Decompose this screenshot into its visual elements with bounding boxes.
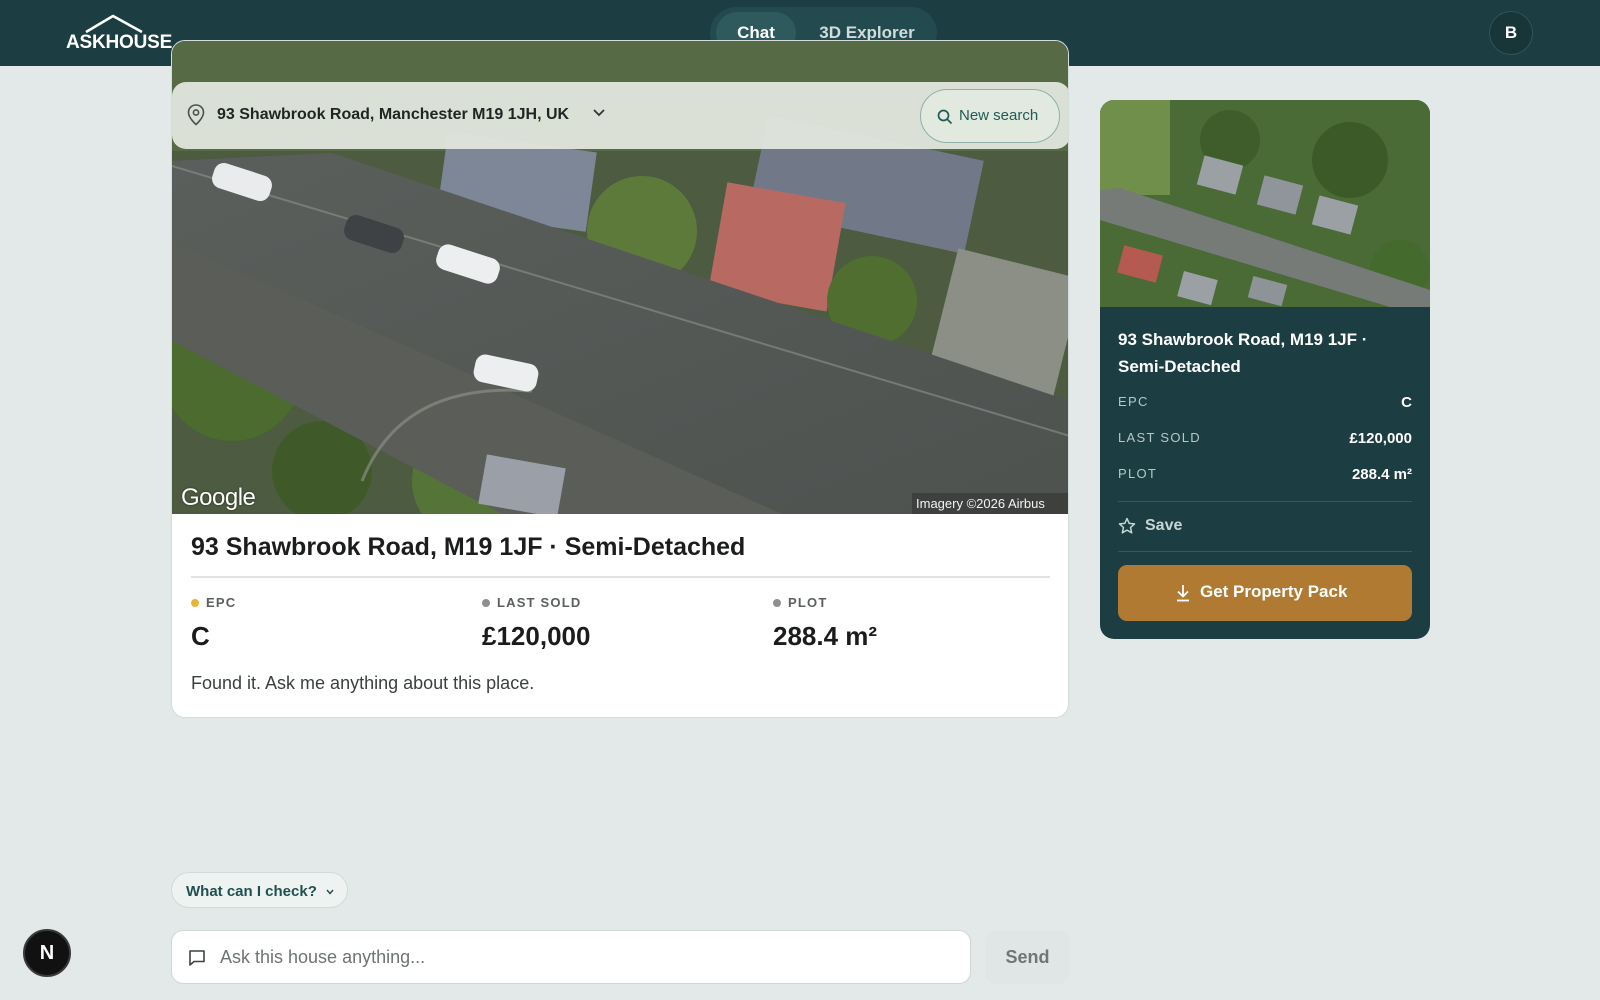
summary-label: LAST SOLD [1118,430,1201,445]
stat-value: 288.4 m² [773,621,878,651]
plot-dot [773,599,781,607]
askhouse-logo[interactable]: ASKHOUSE [66,12,172,54]
summary-divider [1118,551,1412,552]
address-text[interactable]: 93 Shawbrook Road, Manchester M19 1JH, U… [217,106,569,124]
stat-label: LAST SOLD [497,595,582,610]
summary-row-plot: PLOT 288.4 m² [1118,466,1412,486]
what-can-i-check-chip[interactable]: What can I check? [171,872,348,908]
assistant-message: Found it. Ask me anything about this pla… [191,673,535,693]
summary-value: C [1401,394,1412,411]
property-summary-card: 93 Shawbrook Road, M19 1JF · Semi-Detach… [1100,100,1430,639]
stat-value: £120,000 [482,621,591,651]
epc-status-dot [191,599,199,607]
property-result-card: 93 Shawbrook Road, Manchester M19 1JH, U… [171,40,1069,718]
chevron-down-icon[interactable] [593,109,605,117]
save-label: Save [1145,517,1183,534]
chat-input[interactable] [220,931,960,983]
user-avatar[interactable]: B [1489,11,1533,55]
summary-row-epc: EPC C [1118,394,1412,414]
aerial-thumbnail[interactable] [1100,100,1430,307]
pin-icon [187,104,205,126]
satellite-map[interactable]: 93 Shawbrook Road, Manchester M19 1JH, U… [172,41,1068,514]
summary-label: PLOT [1118,466,1158,481]
new-search-button[interactable]: New search [920,89,1060,143]
chevron-down-icon [326,889,334,895]
get-property-pack-button[interactable]: Get Property Pack [1118,565,1412,621]
stat-value: C [191,621,210,651]
stat-label: EPC [206,595,237,610]
chat-input-box [171,930,971,984]
stat-label: PLOT [788,595,828,610]
roof-icon [85,14,143,34]
address-bar: 93 Shawbrook Road, Manchester M19 1JH, U… [172,82,1068,149]
summary-value: 288.4 m² [1351,466,1412,483]
chat-bubble-icon [189,950,205,966]
last-sold-dot [482,599,490,607]
imagery-credit: Imagery ©2026 Airbus [912,493,1068,514]
pack-label: Get Property Pack [1200,582,1348,601]
summary-divider [1118,501,1412,502]
google-logo: Google [181,484,256,511]
save-button[interactable]: Save [1118,514,1208,540]
logo-text: ASKHOUSE [66,32,173,53]
dev-tools-badge[interactable]: N [23,929,71,977]
new-search-label: New search [959,107,1039,124]
check-label: What can I check? [186,883,317,900]
summary-value: £120,000 [1349,430,1412,447]
search-icon [937,109,953,125]
property-title: 93 Shawbrook Road, M19 1JF · Semi-Detach… [191,533,746,561]
send-button[interactable]: Send [985,930,1070,984]
summary-label: EPC [1118,394,1149,409]
star-icon [1118,517,1136,534]
title-divider [191,576,1050,578]
summary-row-last-sold: LAST SOLD £120,000 [1118,430,1412,450]
summary-title: 93 Shawbrook Road, M19 1JF · Semi-Detach… [1118,330,1368,376]
download-icon [1177,585,1189,602]
